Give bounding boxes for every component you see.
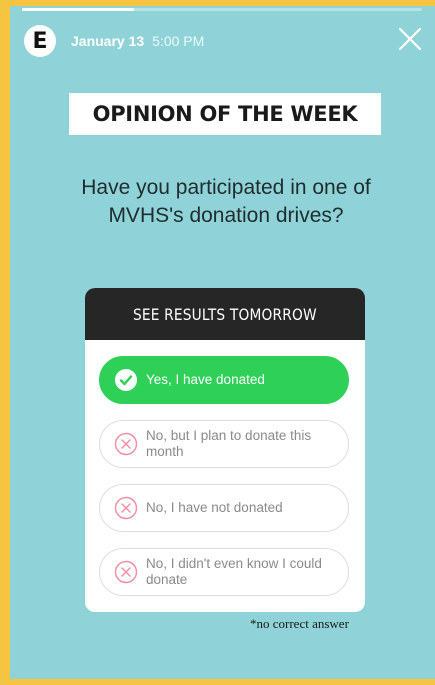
close-button[interactable] xyxy=(395,24,425,54)
page-title: OPINION OF THE WEEK xyxy=(92,102,358,126)
story-progress-bar xyxy=(22,8,422,11)
poll-option-4[interactable]: No, I didn't even know I could donate xyxy=(99,548,349,596)
story-frame: E January 13 5:00 PM OPINION OF THE WEEK… xyxy=(0,0,435,685)
story-card[interactable]: E January 13 5:00 PM OPINION OF THE WEEK… xyxy=(10,6,435,679)
account-avatar[interactable]: E xyxy=(24,25,56,57)
x-circle-icon xyxy=(114,560,138,584)
poll-option-2[interactable]: No, but I plan to donate this month xyxy=(99,420,349,468)
title-banner: OPINION OF THE WEEK xyxy=(69,93,381,135)
poll-header-text: SEE RESULTS TOMORROW xyxy=(133,304,317,324)
poll-question: Have you participated in one of MVHS's d… xyxy=(81,176,371,227)
avatar-letter: E xyxy=(32,28,48,54)
poll-option-label: Yes, I have donated xyxy=(146,372,265,387)
story-header: E January 13 5:00 PM xyxy=(24,24,425,58)
x-circle-icon xyxy=(114,432,138,456)
poll-header: SEE RESULTS TOMORROW xyxy=(85,288,365,340)
poll-option-1[interactable]: Yes, I have donated xyxy=(99,356,349,404)
checkmark-icon xyxy=(115,369,137,391)
poll-option-label: No, I didn't even know I could donate xyxy=(146,556,322,587)
footnote: *no correct answer xyxy=(250,616,349,631)
close-icon xyxy=(398,27,422,51)
story-date: January 13 xyxy=(71,33,145,49)
poll-sticker: SEE RESULTS TOMORROW Yes, I have donated… xyxy=(85,288,365,612)
poll-option-label: No, but I plan to donate this month xyxy=(146,428,312,459)
poll-option-label: No, I have not donated xyxy=(146,500,283,515)
story-time: 5:00 PM xyxy=(152,33,205,49)
story-progress-fill xyxy=(22,8,134,11)
x-circle-icon xyxy=(114,496,138,520)
poll-option-3[interactable]: No, I have not donated xyxy=(99,484,349,532)
